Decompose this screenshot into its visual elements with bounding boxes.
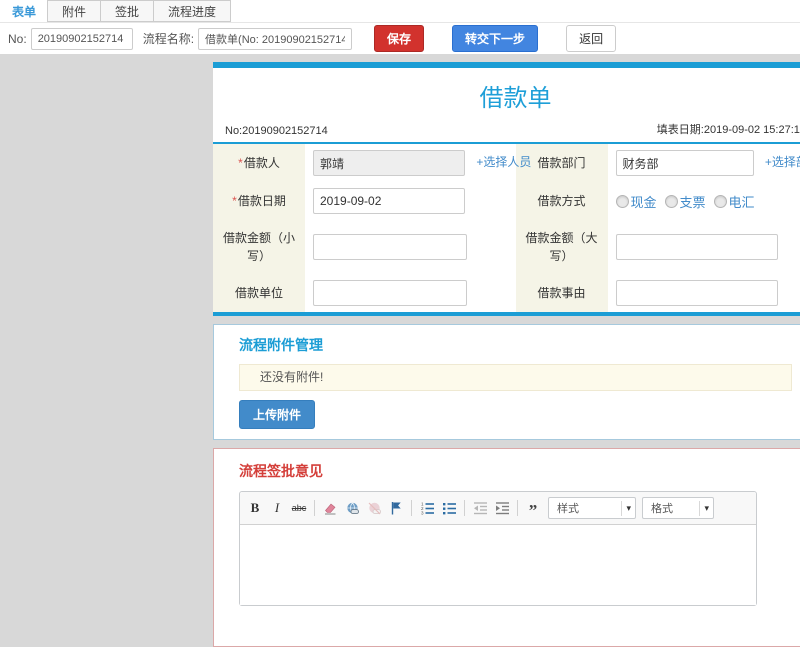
form-title: 借款单 (213, 68, 800, 121)
table-row: 借款单位 借款事由 (213, 274, 800, 312)
radio-cheque[interactable]: 支票 (665, 192, 706, 211)
borrower-label: *借款人 (213, 144, 305, 182)
radio-cash[interactable]: 现金 (616, 192, 657, 211)
table-row: 借款金额（小写） 借款金额（大写） (213, 220, 800, 274)
select-person-link[interactable]: +选择人员 (476, 155, 531, 169)
table-row: *借款日期 借款方式 现金 (213, 182, 800, 220)
approval-panel: 流程签批意见 B I abc (213, 448, 800, 647)
attachment-panel: 流程附件管理 还没有附件! 上传附件 (213, 324, 800, 440)
approval-panel-title: 流程签批意见 (239, 461, 792, 481)
form-date-text: 填表日期:2019-09-02 15:27:14 (657, 121, 800, 137)
tab-approval[interactable]: 签批 (100, 0, 154, 22)
rich-text-editor: B I abc (239, 491, 757, 606)
loan-form-panel: 借款单 No:20190902152714 填表日期:2019-09-02 15… (213, 62, 800, 316)
loan-date-label: *借款日期 (213, 182, 305, 220)
toolbar-separator (411, 500, 412, 516)
loan-date-field[interactable] (313, 188, 465, 214)
required-marker: * (238, 156, 243, 170)
attachment-panel-title: 流程附件管理 (239, 335, 792, 355)
editor-content-area[interactable] (240, 525, 756, 605)
toolbar-separator (517, 500, 518, 516)
loan-method-label: 借款方式 (516, 182, 608, 220)
amount-lower-field[interactable] (313, 234, 467, 260)
no-label: No: (8, 32, 27, 46)
styles-dropdown[interactable]: 样式 ▾ (548, 497, 636, 519)
no-input[interactable] (31, 28, 133, 50)
page-background: 借款单 No:20190902152714 填表日期:2019-09-02 15… (0, 54, 800, 453)
amount-upper-label: 借款金额（大写） (516, 220, 608, 274)
required-marker: * (232, 194, 237, 208)
ordered-list-icon[interactable]: 123 (418, 499, 436, 517)
radio-circle-icon (616, 195, 629, 208)
indent-icon[interactable] (493, 499, 511, 517)
top-toolbar: No: 流程名称: 保存 转交下一步 返回 (0, 23, 800, 55)
reason-field[interactable] (616, 280, 778, 306)
tab-form[interactable]: 表单 (0, 0, 48, 22)
toolbar-separator (464, 500, 465, 516)
amount-lower-label: 借款金额（小写） (213, 220, 305, 274)
process-name-label: 流程名称: (143, 30, 194, 47)
italic-icon[interactable]: I (268, 499, 286, 517)
unit-field[interactable] (313, 280, 467, 306)
radio-circle-icon (665, 195, 678, 208)
form-no-text: No:20190902152714 (225, 125, 328, 137)
editor-toolbar: B I abc (240, 492, 756, 525)
reason-label: 借款事由 (516, 274, 608, 312)
bold-icon[interactable]: B (246, 499, 264, 517)
form-meta-row: No:20190902152714 填表日期:2019-09-02 15:27:… (213, 121, 800, 144)
strikethrough-icon[interactable]: abc (290, 499, 308, 517)
content-area: 借款单 No:20190902152714 填表日期:2019-09-02 15… (213, 62, 800, 647)
department-field[interactable] (616, 150, 754, 176)
chevron-down-icon: ▾ (699, 501, 713, 516)
save-button[interactable]: 保存 (374, 25, 424, 52)
next-step-button[interactable]: 转交下一步 (452, 25, 538, 52)
select-department-link[interactable]: +选择部门 (765, 155, 800, 169)
blockquote-icon[interactable]: ” (524, 496, 542, 520)
svg-text:3: 3 (421, 510, 424, 515)
radio-circle-icon (714, 195, 727, 208)
unordered-list-icon[interactable] (440, 499, 458, 517)
format-dropdown[interactable]: 格式 ▾ (642, 497, 714, 519)
loan-form-table: *借款人 +选择人员 借款部门 +选择部门 (213, 144, 800, 312)
chevron-down-icon: ▾ (621, 501, 635, 516)
no-attachment-message: 还没有附件! (239, 364, 792, 391)
back-button[interactable]: 返回 (566, 25, 616, 52)
tab-attachments[interactable]: 附件 (47, 0, 101, 22)
upload-attachment-button[interactable]: 上传附件 (239, 400, 315, 429)
table-row: *借款人 +选择人员 借款部门 +选择部门 (213, 144, 800, 182)
tab-progress[interactable]: 流程进度 (153, 0, 231, 22)
unlink-icon[interactable] (365, 499, 383, 517)
link-icon[interactable] (343, 499, 361, 517)
outdent-icon[interactable] (471, 499, 489, 517)
toolbar-separator (314, 500, 315, 516)
unit-label: 借款单位 (213, 274, 305, 312)
loan-method-radio-group: 现金 支票 电汇 (616, 192, 800, 211)
tab-bar: 表单 附件 签批 流程进度 (0, 0, 800, 23)
remove-format-icon[interactable] (321, 499, 339, 517)
borrower-field[interactable] (313, 150, 465, 176)
radio-wire[interactable]: 电汇 (714, 192, 755, 211)
process-name-input[interactable] (198, 28, 352, 50)
amount-upper-field[interactable] (616, 234, 778, 260)
anchor-flag-icon[interactable] (387, 499, 405, 517)
